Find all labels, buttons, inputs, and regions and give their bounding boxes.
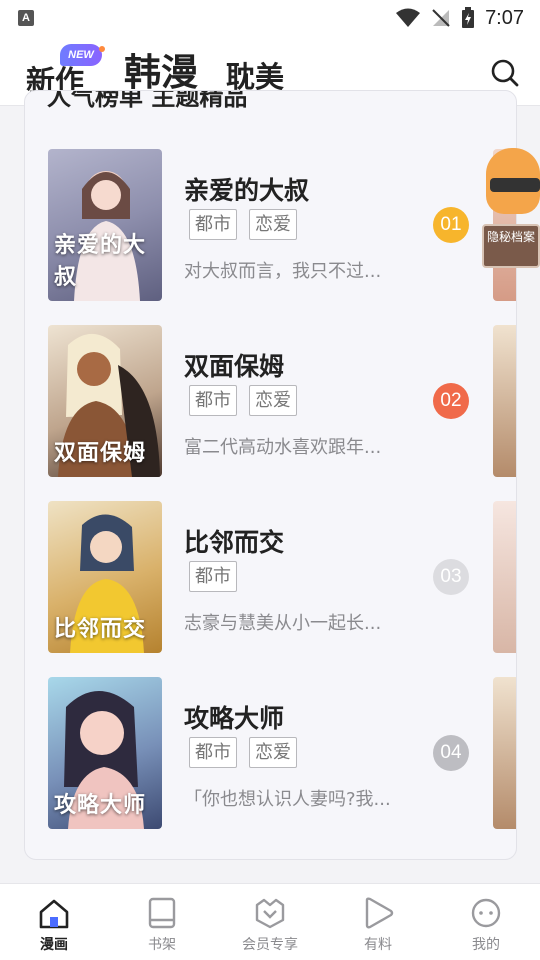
nav-item-feed[interactable]: 有料 — [324, 884, 432, 960]
rank-badge: 02 — [433, 383, 469, 419]
status-icons: 7:07 — [395, 6, 524, 30]
nav-label: 我的 — [472, 937, 500, 953]
comic-description: 富二代高动水喜欢跟年... — [184, 437, 382, 458]
cover-title: 比邻而交 — [54, 617, 147, 642]
comic-title[interactable]: 攻略大师 — [184, 699, 284, 735]
cover-title: 攻略大师 — [54, 793, 147, 818]
genre-tag[interactable]: 都市 — [189, 737, 237, 768]
genre-tag[interactable]: 恋爱 — [249, 209, 297, 240]
nav-label: 书架 — [148, 937, 176, 953]
genre-tag[interactable]: 恋爱 — [249, 737, 297, 768]
next-card-preview[interactable] — [493, 677, 516, 829]
new-badge: NEW — [60, 44, 105, 66]
cover-title: 亲爱的大叔 — [54, 233, 147, 290]
tag-list: 都市 恋爱 — [189, 385, 297, 416]
no-signal-icon — [432, 9, 450, 27]
comic-cover[interactable]: 比邻而交 — [48, 501, 162, 653]
genre-tag[interactable]: 都市 — [189, 385, 237, 416]
comic-cover[interactable]: 攻略大师 — [48, 677, 162, 829]
comic-list-item[interactable]: 亲爱的大叔 亲爱的大叔 都市 恋爱 对大叔而言，我只不过... 01 — [48, 149, 478, 301]
sunglasses-icon — [490, 178, 540, 192]
wifi-icon — [396, 8, 421, 27]
tag-list: 都市 恋爱 — [189, 209, 297, 240]
cover-title: 双面保姆 — [54, 441, 147, 466]
comic-description: 对大叔而言，我只不过... — [184, 261, 382, 282]
comic-list-item[interactable]: 双面保姆 双面保姆 都市 恋爱 富二代高动水喜欢跟年... 02 — [48, 325, 478, 477]
nav-label: 漫画 — [40, 937, 68, 953]
genre-tag[interactable]: 都市 — [189, 561, 237, 592]
tag-list: 都市 恋爱 — [189, 737, 297, 768]
play-icon — [365, 897, 394, 929]
nav-item-vip[interactable]: 会员专享 — [216, 884, 324, 960]
next-card-preview[interactable] — [493, 501, 516, 653]
app-notification-icon: A — [18, 10, 34, 26]
vip-floating-badge[interactable]: 隐秘档案 — [478, 148, 540, 276]
bookshelf-icon — [148, 897, 176, 929]
nav-item-bookshelf[interactable]: 书架 — [108, 884, 216, 960]
tag-list: 都市 — [189, 561, 237, 592]
rank-badge: 04 — [433, 735, 469, 771]
comic-cover[interactable]: 双面保姆 — [48, 325, 162, 477]
nav-item-profile[interactable]: 我的 — [432, 884, 540, 960]
comic-list-item[interactable]: 攻略大师 攻略大师 都市 恋爱 「你也想认识人妻吗?我... 04 — [48, 677, 478, 829]
rank-badge: 03 — [433, 559, 469, 595]
tab-korean-comics[interactable]: 韩漫 — [124, 42, 198, 96]
rank-badge: 01 — [433, 207, 469, 243]
comic-title[interactable]: 双面保姆 — [184, 347, 284, 383]
section-title: 人气榜单 主题精品 — [47, 90, 248, 111]
search-icon[interactable] — [490, 58, 520, 88]
clock: 7:07 — [485, 6, 524, 29]
comic-title[interactable]: 比邻而交 — [184, 523, 284, 559]
comic-cover[interactable]: 亲爱的大叔 — [48, 149, 162, 301]
home-icon — [39, 899, 69, 929]
bottom-nav: 漫画 书架 会员专享 有料 我的 — [0, 883, 540, 960]
vip-sign: 隐秘档案 — [482, 224, 540, 268]
nav-label: 会员专享 — [242, 937, 298, 953]
comic-title[interactable]: 亲爱的大叔 — [184, 171, 309, 207]
battery-charging-icon — [462, 7, 475, 28]
comic-list-item[interactable]: 比邻而交 比邻而交 都市 志豪与慧美从小一起长... 03 — [48, 501, 478, 653]
vip-crown-icon — [255, 898, 285, 929]
comic-description: 「你也想认识人妻吗?我... — [184, 789, 391, 810]
next-card-preview[interactable] — [493, 325, 516, 477]
genre-tag[interactable]: 恋爱 — [249, 385, 297, 416]
profile-icon — [471, 898, 501, 928]
nav-item-comics[interactable]: 漫画 — [0, 884, 108, 960]
comic-description: 志豪与慧美从小一起长... — [184, 613, 382, 634]
genre-tag[interactable]: 都市 — [189, 209, 237, 240]
status-bar: A 7:07 — [0, 0, 540, 36]
ranking-card: 人气榜单 主题精品 亲爱的大叔 亲爱的大叔 都市 恋爱 对大叔而言，我只不过..… — [24, 90, 517, 860]
nav-label: 有料 — [364, 937, 392, 953]
